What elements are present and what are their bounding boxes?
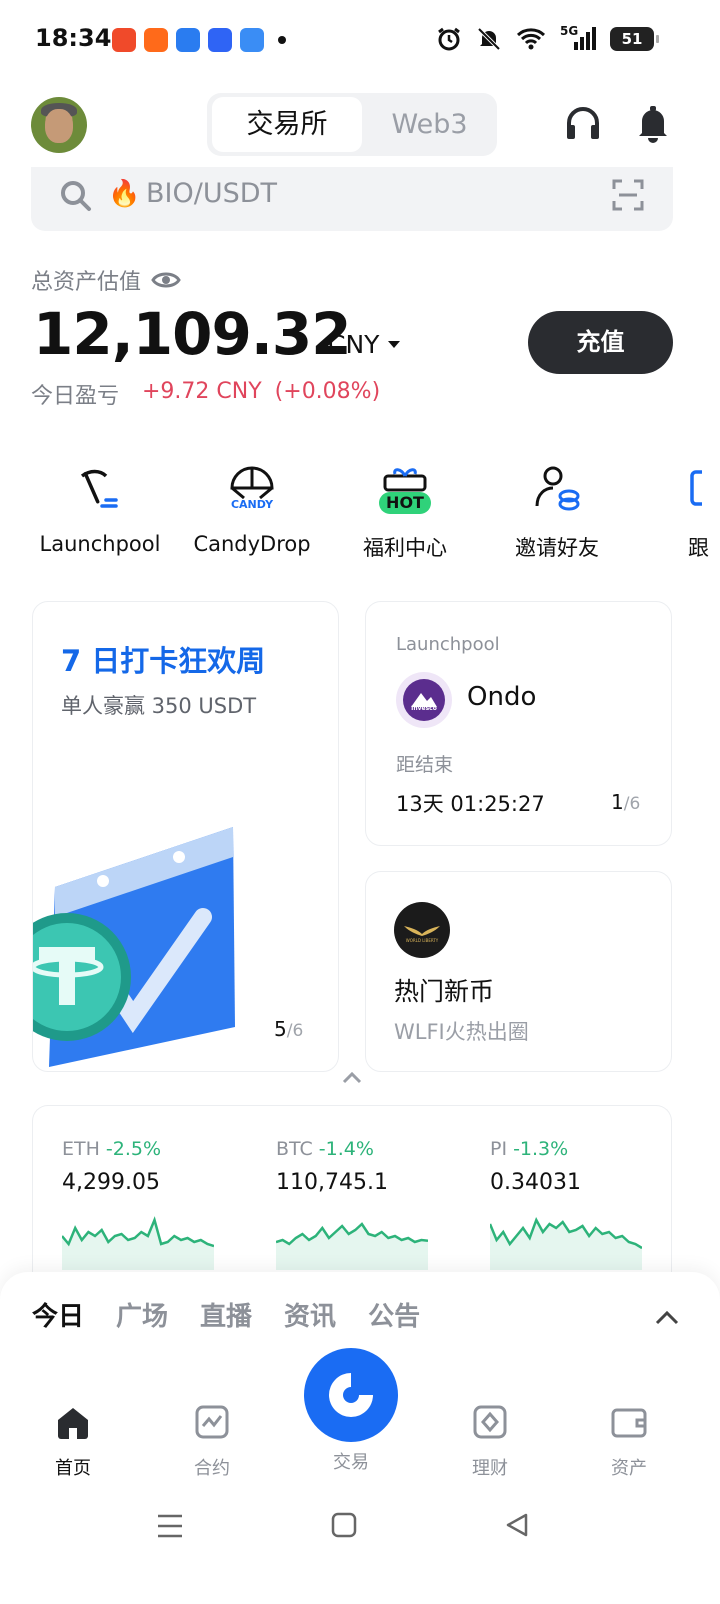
sparkline-area <box>62 1220 214 1270</box>
gift-icon: HOT <box>377 462 433 518</box>
tab-square[interactable]: 广场 <box>116 1296 168 1333</box>
new-coin-subtitle: WLFI火热出圈 <box>394 1020 529 1044</box>
quick-action-launchpool[interactable]: Launchpool <box>25 462 175 556</box>
ticker-btc[interactable]: BTC -1.4% 110,745.1 <box>276 1138 476 1270</box>
baidu-app-icon <box>208 28 232 52</box>
ticker-eth[interactable]: ETH -2.5% 4,299.05 <box>62 1138 262 1270</box>
caret-down-icon[interactable] <box>388 341 400 348</box>
total-assets-value: 12,109.32 <box>33 300 352 368</box>
tab-web3[interactable]: Web3 <box>367 97 492 152</box>
nav-home[interactable]: 首页 <box>13 1402 133 1480</box>
home-button-icon[interactable] <box>331 1512 357 1538</box>
search-icon <box>61 181 91 211</box>
scan-icon[interactable] <box>611 178 645 212</box>
notification-icons <box>112 28 286 52</box>
promo-pager: 5/6 <box>274 1017 304 1041</box>
calendar-check-illustration <box>33 827 235 1067</box>
tab-exchange[interactable]: 交易所 <box>212 97 362 152</box>
promo-card[interactable]: 7 日打卡狂欢周 单人豪赢 350 USDT 5/6 <box>32 601 339 1072</box>
system-icons: 5G 51 <box>436 24 659 52</box>
nav-earn[interactable]: 理财 <box>430 1402 550 1480</box>
invesco-logo: Invesco <box>396 672 452 728</box>
new-coin-card[interactable]: WORLD LIBERTY 热门新币 WLFI火热出圈 <box>365 871 672 1072</box>
tab-announcements[interactable]: 公告 <box>368 1296 420 1333</box>
earn-icon <box>473 1405 507 1439</box>
launchpool-label: Launchpool <box>396 634 500 655</box>
countdown-value: 13天 01:25:27 <box>396 792 545 816</box>
ticker-pi[interactable]: PI -1.3% 0.34031 <box>490 1138 690 1270</box>
tab-live[interactable]: 直播 <box>200 1296 252 1333</box>
bell-icon[interactable] <box>633 103 673 143</box>
alarm-icon <box>438 27 460 51</box>
mute-bell-icon <box>477 27 501 51</box>
home-icon <box>58 1408 88 1439</box>
eth-sparkline <box>62 1216 214 1270</box>
quick-action-benefits-center[interactable]: HOT 福利中心 <box>330 462 480 562</box>
btc-sparkline <box>276 1222 428 1270</box>
countdown-label: 距结束 <box>396 754 454 776</box>
launchpool-card[interactable]: Launchpool Invesco Ondo 距结束 13天 01:25:27… <box>365 601 672 846</box>
search-bar[interactable]: 🔥 BIO/USDT <box>31 167 673 231</box>
futures-icon <box>195 1405 229 1439</box>
quick-action-invite-friends[interactable]: 邀请好友 <box>482 462 632 562</box>
video-app-icon <box>112 28 136 52</box>
quick-action-copy-trade[interactable]: 跟 <box>634 462 720 562</box>
parachute-icon: CANDY <box>224 462 280 518</box>
promo-title: 7 日打卡狂欢周 <box>61 644 266 678</box>
tab-today[interactable]: 今日 <box>32 1296 84 1333</box>
bank-app-icon <box>176 28 200 52</box>
quick-action-candydrop[interactable]: CANDY CandyDrop <box>177 462 327 556</box>
tab-news[interactable]: 资讯 <box>284 1296 336 1333</box>
wallet-icon <box>611 1408 647 1438</box>
deposit-button[interactable]: 充值 <box>528 311 673 374</box>
search-input[interactable]: BIO/USDT <box>146 178 277 209</box>
total-assets-label: 总资产估值 <box>31 264 181 296</box>
more-notifications-icon <box>278 36 286 44</box>
copy-trade-icon <box>688 462 720 518</box>
pickaxe-icon <box>72 462 128 518</box>
bottom-sheet: 今日 广场 直播 资讯 公告 首页 合约 交易 理财 资产 <box>0 1272 720 1604</box>
today-pnl-label: 今日盈亏 <box>31 384 120 409</box>
headset-icon[interactable] <box>563 103 603 143</box>
currency-selector[interactable]: CNY <box>328 330 379 359</box>
fire-icon: 🔥 <box>108 179 141 209</box>
signal-icon: 5G <box>560 24 596 52</box>
nav-trade-label: 交易 <box>333 1452 369 1473</box>
collapse-chevron-icon[interactable] <box>340 1070 364 1086</box>
nav-trade[interactable] <box>304 1348 398 1442</box>
status-time: 18:34 <box>35 24 112 52</box>
launchpool-pager: 1/6 <box>611 790 641 814</box>
pi-sparkline <box>490 1216 642 1270</box>
shop-app-icon <box>144 28 168 52</box>
battery-icon: 51 <box>610 27 659 51</box>
invite-user-icon <box>529 462 585 518</box>
browser-app-icon <box>240 28 264 52</box>
expand-chevron-icon[interactable] <box>654 1308 680 1326</box>
exchange-web3-switch[interactable]: 交易所 Web3 <box>207 93 497 156</box>
feed-tabs: 今日 广场 直播 资讯 公告 <box>32 1296 420 1333</box>
avatar[interactable] <box>31 97 87 153</box>
menu-icon[interactable] <box>156 1512 184 1540</box>
trade-icon <box>329 1373 373 1417</box>
status-bar: 18:34 5G 51 <box>0 0 720 80</box>
nav-futures[interactable]: 合约 <box>152 1402 272 1480</box>
promo-subtitle: 单人豪赢 350 USDT <box>61 694 257 718</box>
hot-badge: HOT <box>379 492 431 514</box>
back-icon[interactable] <box>504 1512 530 1538</box>
new-coin-title: 热门新币 <box>394 977 495 1006</box>
launchpool-token: Ondo <box>467 682 537 712</box>
eye-icon[interactable] <box>151 270 181 290</box>
today-pnl-value: +9.72 CNY (+0.08%) <box>142 379 381 404</box>
wlfi-logo: WORLD LIBERTY <box>394 902 450 958</box>
wifi-icon <box>516 28 546 50</box>
nav-assets[interactable]: 资产 <box>569 1402 689 1480</box>
